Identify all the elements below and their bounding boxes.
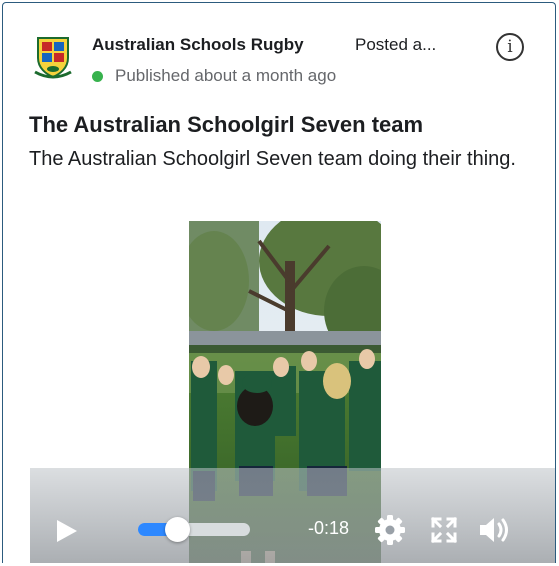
progress-handle[interactable]	[164, 517, 190, 542]
post-card: Australian Schools Rugby Posted a... i P…	[2, 2, 556, 563]
info-icon[interactable]: i	[496, 33, 524, 61]
publish-status: Published about a month ago	[92, 65, 336, 87]
fullscreen-icon[interactable]	[430, 516, 458, 544]
author-name[interactable]: Australian Schools Rugby	[92, 35, 304, 55]
status-dot-icon	[92, 70, 103, 82]
rugby-crest-icon[interactable]	[34, 34, 72, 80]
progress-bar[interactable]	[138, 517, 250, 542]
time-remaining: -0:18	[308, 518, 350, 538]
play-icon[interactable]	[53, 518, 79, 544]
posted-label: Posted a...	[355, 35, 437, 54]
post-body: The Australian Schoolgirl Seven team doi…	[29, 148, 516, 170]
post-title: The Australian Schoolgirl Seven team	[29, 112, 424, 137]
volume-icon[interactable]	[478, 514, 512, 546]
video-controls: -0:18	[30, 468, 555, 563]
status-text: Published about a month ago	[115, 66, 337, 85]
gear-icon[interactable]	[374, 514, 406, 546]
post-header: Australian Schools Rugby Posted a... i P…	[3, 3, 555, 99]
